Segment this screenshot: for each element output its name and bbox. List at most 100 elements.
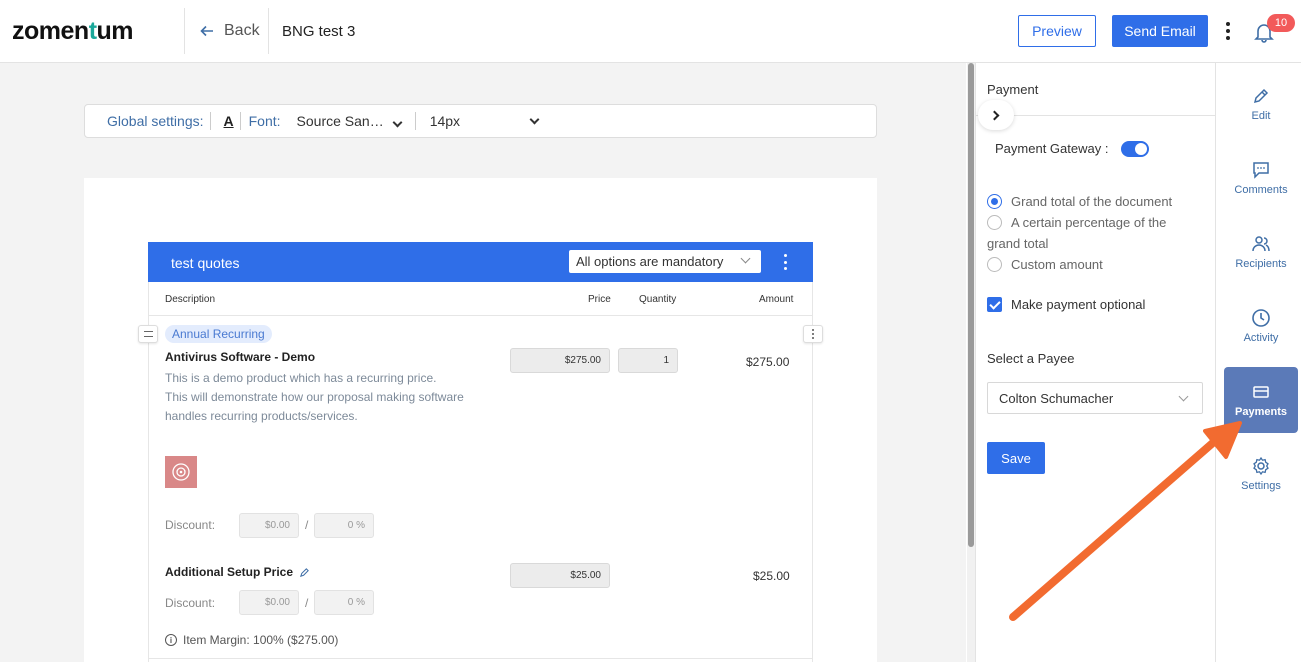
sidebar-item-settings[interactable]: Settings	[1224, 441, 1298, 507]
more-options-icon[interactable]	[1220, 20, 1236, 42]
divider	[209, 112, 211, 130]
discount-separator: /	[305, 518, 309, 532]
comment-icon	[1253, 162, 1269, 179]
checkbox[interactable]	[987, 297, 1002, 312]
quote-block-title[interactable]: test quotes	[171, 255, 240, 271]
product-description-line: This is a demo product which has a recur…	[165, 371, 437, 385]
text-color-icon[interactable]: A	[224, 113, 234, 129]
chevron-down-icon	[1178, 391, 1189, 402]
sidebar-item-label: Payments	[1235, 406, 1287, 418]
quote-block-header: test quotes All options are mandatory	[148, 242, 813, 282]
setup-line-amount: $25.00	[753, 569, 790, 583]
discount-label: Discount:	[165, 596, 216, 610]
notification-count-badge: 10	[1267, 14, 1295, 32]
setup-item-name[interactable]: Additional Setup Price	[165, 565, 310, 579]
scrollbar-thumb[interactable]	[968, 63, 974, 547]
payment-panel-title: Payment	[987, 82, 1039, 97]
arrow-left-icon	[200, 25, 213, 37]
divider	[414, 112, 416, 130]
sidebar-item-recipients[interactable]: Recipients	[1224, 219, 1298, 285]
sidebar-item-label: Settings	[1241, 480, 1281, 492]
divider	[239, 112, 241, 130]
font-select-value: Source San…	[296, 113, 384, 129]
global-settings-bar: Global settings: A Font: Source San… 14p…	[84, 104, 877, 138]
column-header-description: Description	[165, 294, 216, 305]
back-label: Back	[224, 22, 260, 39]
discount-amount-input[interactable]: $0.00	[239, 513, 299, 538]
column-header-price: Price	[588, 294, 611, 305]
top-bar: zomentum Back BNG test 3 Preview Send Em…	[0, 0, 1301, 63]
document-title[interactable]: BNG test 3	[282, 23, 355, 40]
payment-gateway-toggle[interactable]	[1121, 141, 1149, 157]
price-input[interactable]: $275.00	[510, 348, 610, 373]
product-name[interactable]: Antivirus Software - Demo	[165, 350, 315, 364]
divider	[149, 315, 812, 316]
font-size-select[interactable]: 14px	[430, 113, 540, 129]
sidebar-item-label: Activity	[1243, 332, 1279, 344]
sidebar-item-label: Edit	[1251, 110, 1271, 122]
chevron-down-icon	[529, 114, 540, 124]
sidebar-item-payments[interactable]: Payments	[1224, 367, 1298, 433]
divider	[149, 658, 812, 659]
radio-label: A certain percentage of the	[1011, 215, 1167, 230]
product-image[interactable]	[165, 456, 197, 488]
radio-label-continued: grand total	[987, 236, 1049, 251]
credit-card-icon	[1253, 386, 1269, 398]
discount-label: Discount:	[165, 518, 216, 532]
disc-icon	[172, 463, 190, 481]
sidebar-item-label: Recipients	[1235, 258, 1287, 270]
mandatory-options-value: All options are mandatory	[576, 254, 724, 269]
radio-button[interactable]	[987, 194, 1002, 209]
radio-label: Grand total of the document	[1011, 194, 1173, 209]
column-header-amount: Amount	[759, 294, 794, 305]
sidebar-item-activity[interactable]: Activity	[1224, 293, 1298, 359]
clock-icon	[1252, 309, 1270, 327]
global-settings-label: Global settings:	[107, 113, 204, 129]
sidebar-item-label: Comments	[1234, 184, 1288, 196]
divider	[184, 8, 185, 54]
checkbox-label: Make payment optional	[1011, 297, 1146, 312]
sidebar-item-comments[interactable]: Comments	[1224, 145, 1298, 211]
back-button[interactable]: Back	[199, 22, 260, 40]
radio-label: Custom amount	[1011, 257, 1103, 272]
drag-handle-icon[interactable]	[138, 325, 158, 343]
send-email-button[interactable]: Send Email	[1112, 15, 1208, 47]
radio-grand-total[interactable]: Grand total of the document	[987, 194, 1172, 209]
preview-button[interactable]: Preview	[1018, 15, 1096, 47]
item-margin-text: Item Margin: 100% ($275.00)	[183, 633, 339, 647]
chevron-down-icon	[740, 253, 751, 264]
discount-percent-input[interactable]: 0 %	[314, 590, 374, 615]
quantity-input[interactable]: 1	[618, 348, 678, 373]
line-amount: $275.00	[746, 355, 790, 369]
quote-block-menu-icon[interactable]	[784, 254, 788, 270]
product-description[interactable]: This is a demo product which has a recur…	[165, 369, 495, 426]
zomentum-logo[interactable]: zomentum	[12, 17, 134, 46]
radio-button[interactable]	[987, 257, 1002, 272]
discount-separator: /	[305, 596, 309, 610]
setup-price-input[interactable]: $25.00	[510, 563, 610, 588]
radio-percentage[interactable]: A certain percentage of the	[987, 215, 1166, 230]
setup-item-label: Additional Setup Price	[165, 565, 294, 579]
save-button[interactable]: Save	[987, 442, 1045, 474]
chevron-right-icon	[989, 110, 1000, 120]
font-select[interactable]: Source San…	[296, 113, 403, 129]
chevron-down-icon	[392, 117, 403, 128]
item-menu-icon[interactable]	[803, 325, 823, 343]
radio-button[interactable]	[987, 215, 1002, 230]
make-payment-optional-checkbox[interactable]: Make payment optional	[987, 297, 1145, 312]
payment-gateway-label: Payment Gateway :	[995, 141, 1109, 156]
payee-select[interactable]: Colton Schumacher	[987, 382, 1203, 414]
discount-percent-input[interactable]: 0 %	[314, 513, 374, 538]
radio-custom-amount[interactable]: Custom amount	[987, 257, 1103, 272]
sidebar-item-edit[interactable]: Edit	[1224, 71, 1298, 137]
select-payee-label: Select a Payee	[987, 351, 1075, 366]
divider	[268, 8, 269, 54]
collapse-panel-button[interactable]	[978, 100, 1014, 130]
mandatory-options-select[interactable]: All options are mandatory	[569, 250, 761, 273]
pencil-icon	[1253, 88, 1269, 104]
payee-select-value: Colton Schumacher	[999, 390, 1114, 406]
product-description-line: This will demonstrate how our proposal m…	[165, 390, 464, 404]
info-icon: i	[165, 634, 177, 646]
discount-amount-input[interactable]: $0.00	[239, 590, 299, 615]
pencil-icon[interactable]	[299, 567, 310, 578]
